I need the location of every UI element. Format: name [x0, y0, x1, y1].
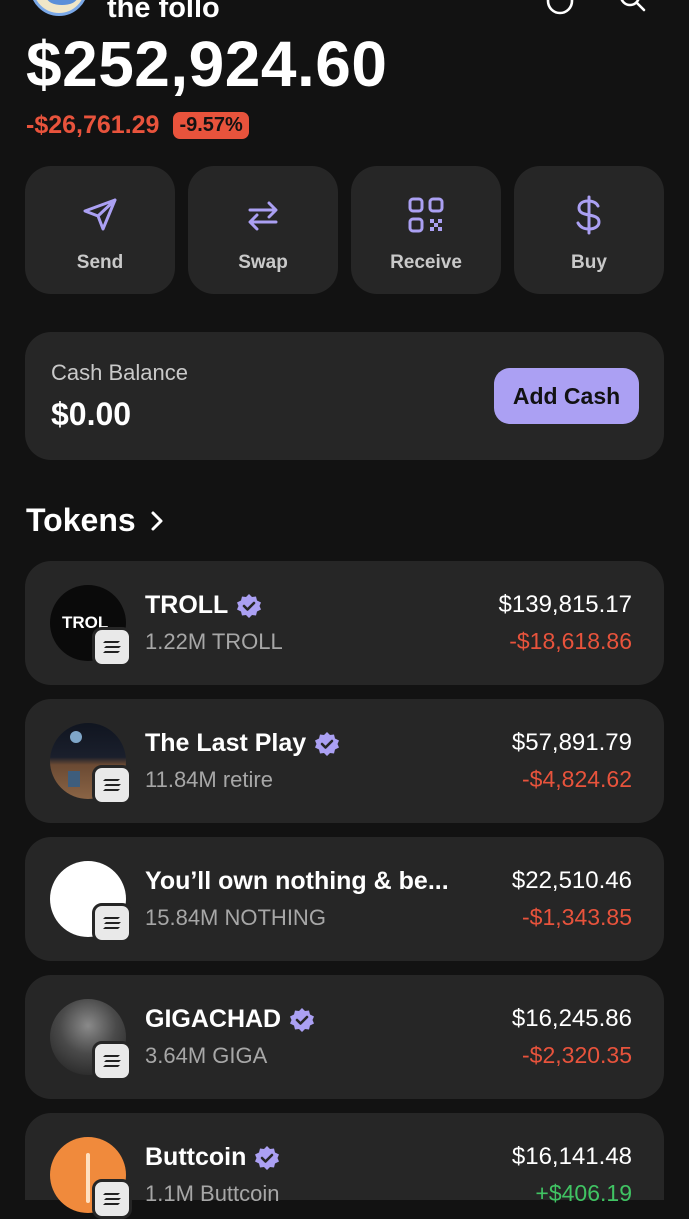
- token-change: -$18,618.86: [509, 628, 632, 654]
- token-change: -$4,824.62: [522, 766, 632, 792]
- clock-icon[interactable]: [545, 0, 575, 16]
- token-name: TROLL: [145, 591, 229, 619]
- balance-change: -$26,761.29 -9.57%: [26, 110, 249, 140]
- buy-label: Buy: [571, 252, 607, 273]
- send-button[interactable]: Send: [25, 166, 175, 294]
- swap-button[interactable]: Swap: [188, 166, 338, 294]
- wallet-name[interactable]: the follo: [107, 0, 220, 24]
- cash-balance-label: Cash Balance: [51, 360, 188, 385]
- token-row-nothing[interactable]: You’ll own nothing & be... 15.84M NOTHIN…: [25, 837, 664, 961]
- token-amount: 15.84M NOTHING: [145, 905, 326, 930]
- top-bar: the follo: [0, 0, 689, 24]
- solana-chain-badge: [92, 1179, 132, 1219]
- search-icon[interactable]: [618, 0, 648, 16]
- cash-balance-value: $0.00: [51, 396, 132, 432]
- verified-badge-icon: [255, 1145, 280, 1170]
- token-amount: 11.84M retire: [145, 767, 273, 792]
- token-name-row: The Last Play: [145, 729, 340, 758]
- token-row-buttcoin[interactable]: Buttcoin 1.1M Buttcoin $16,141.48 +$406.…: [25, 1113, 664, 1219]
- verified-badge-icon: [290, 1007, 315, 1032]
- change-percent-badge: -9.57%: [173, 111, 249, 139]
- buy-button[interactable]: Buy: [514, 166, 664, 294]
- token-name-row: GIGACHAD: [145, 1005, 315, 1034]
- chevron-right-icon: [151, 511, 163, 530]
- token-value: $16,245.86: [511, 1005, 632, 1032]
- add-cash-button[interactable]: Add Cash: [494, 368, 639, 424]
- dollar-icon: [576, 195, 601, 235]
- token-change: -$1,343.85: [522, 904, 632, 930]
- swap-icon: [248, 201, 278, 231]
- change-amount: -$26,761.29: [26, 110, 160, 139]
- send-icon: [83, 198, 117, 231]
- token-amount: 1.1M Buttcoin: [145, 1181, 280, 1206]
- send-label: Send: [76, 252, 124, 273]
- token-name: GIGACHAD: [145, 1005, 282, 1033]
- solana-icon: [103, 1193, 121, 1205]
- token-value: $16,141.48: [511, 1143, 632, 1170]
- verified-badge-icon: [315, 731, 340, 756]
- token-row-the-last-play[interactable]: The Last Play 11.84M retire $57,891.79 -…: [25, 699, 664, 823]
- token-value: $139,815.17: [498, 591, 632, 618]
- total-balance: $252,924.60: [26, 28, 388, 100]
- cash-balance-card: Cash Balance $0.00 Add Cash: [25, 332, 664, 460]
- token-row-troll[interactable]: TROL TROLL 1.22M TROLL $139,815.17 -$18,…: [25, 561, 664, 685]
- solana-chain-badge: [92, 765, 132, 805]
- solana-chain-badge: [92, 903, 132, 943]
- token-change: +$406.19: [535, 1180, 632, 1206]
- solana-icon: [103, 917, 121, 929]
- token-name: Buttcoin: [145, 1143, 247, 1171]
- verified-badge-icon: [237, 593, 262, 618]
- token-name: You’ll own nothing & be...: [145, 867, 449, 895]
- token-name-row: TROLL: [145, 591, 262, 620]
- receive-label: Receive: [390, 252, 462, 273]
- solana-icon: [103, 1055, 121, 1067]
- action-row: Send Swap Receive Buy: [25, 166, 664, 294]
- wallet-avatar[interactable]: [30, 0, 88, 16]
- receive-button[interactable]: Receive: [351, 166, 501, 294]
- token-row-gigachad[interactable]: GIGACHAD 3.64M GIGA $16,245.86 -$2,320.3…: [25, 975, 664, 1099]
- token-value: $57,891.79: [511, 729, 632, 756]
- token-amount: 3.64M GIGA: [145, 1043, 268, 1068]
- swap-label: Swap: [238, 252, 288, 273]
- token-amount: 1.22M TROLL: [145, 629, 283, 654]
- token-name: The Last Play: [145, 729, 307, 757]
- solana-icon: [103, 779, 121, 791]
- token-change: -$2,320.35: [522, 1042, 632, 1068]
- token-name-row: You’ll own nothing & be...: [145, 867, 449, 896]
- solana-chain-badge: [92, 627, 132, 667]
- token-value: $22,510.46: [511, 867, 632, 894]
- tokens-title: Tokens: [26, 502, 136, 538]
- solana-chain-badge: [92, 1041, 132, 1081]
- token-name-row: Buttcoin: [145, 1143, 280, 1172]
- tokens-section-header[interactable]: Tokens: [26, 502, 164, 539]
- qr-code-icon: [408, 197, 444, 233]
- solana-icon: [103, 641, 121, 653]
